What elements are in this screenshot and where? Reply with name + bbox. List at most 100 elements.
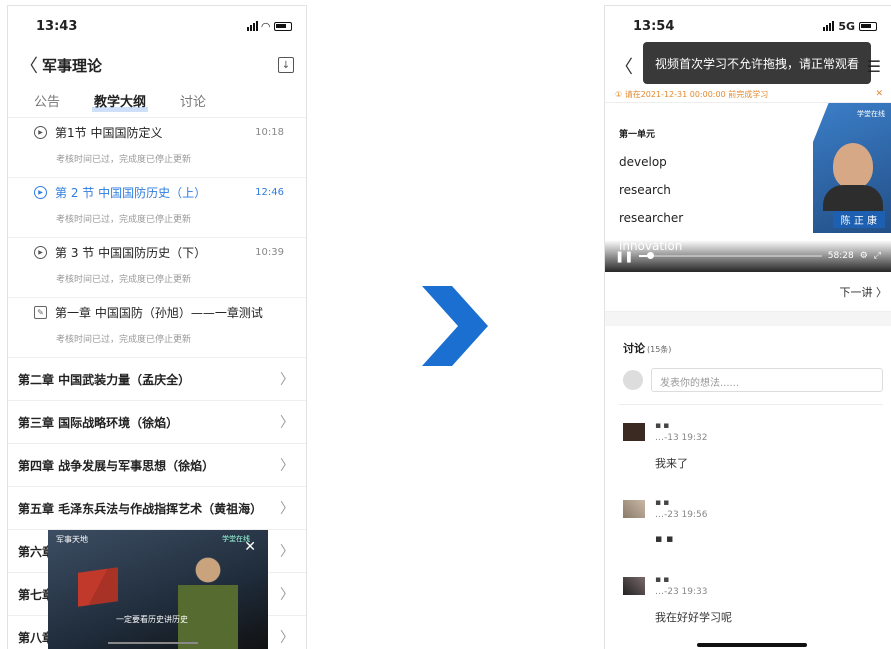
left-phone-screen: 13:43 ◠ 〈 军事理论 ↓ 公告 教学大纲 讨论 ▶ 第1节 中国国防定义 1… xyxy=(7,5,307,649)
chevron-right-icon: 〉 xyxy=(280,415,294,431)
floating-video-player[interactable]: 军事天地 学堂在线 ✕ 一定要看历史讲历史 xyxy=(48,530,268,649)
speaker-image xyxy=(178,550,238,649)
battery-icon xyxy=(274,21,292,31)
battery-icon xyxy=(859,21,877,31)
quiz-icon: ✎ xyxy=(34,306,47,319)
avatar xyxy=(623,370,643,390)
comment-input[interactable]: 发表你的想法...... xyxy=(651,368,883,392)
slide-word: research xyxy=(619,183,671,197)
chapter-row[interactable]: 第三章 国际战略环境（徐焰） 〉 xyxy=(8,401,306,444)
comment-item: ▪▪ …-23 19:33 我在好好学习呢 xyxy=(605,559,891,636)
progress-fill xyxy=(639,255,647,257)
chevron-right-icon: 〉 xyxy=(280,372,294,388)
comment-time: …-23 19:56 xyxy=(655,510,708,520)
lesson-item[interactable]: ▶ 第1节 中国国防定义 10:18 考核时间已过，完成度已停止更新 xyxy=(8,118,306,178)
tab-syllabus[interactable]: 教学大纲 xyxy=(92,91,149,112)
slide-unit-label: 第一单元 xyxy=(619,130,656,140)
comment-text: 我在好好学习呢 xyxy=(655,611,732,624)
lesson-title: 第 3 节 中国国防历史（下） xyxy=(55,246,207,260)
video-watermark: 学堂在线 xyxy=(857,110,885,118)
video-duration: 58:28 xyxy=(827,251,854,261)
next-lesson-button[interactable]: 下一讲 〉 xyxy=(605,272,891,312)
right-phone-screen: 13:54 5G 视频首次学习不允许拖拽，请正常观看 〈 ☰ ① 请在2021-… xyxy=(604,5,891,649)
play-circle-icon: ▶ xyxy=(34,246,47,259)
status-time: 13:43 xyxy=(36,18,78,34)
lesson-duration: 10:39 xyxy=(255,247,284,258)
lesson-duration: 10:18 xyxy=(255,127,284,138)
home-indicator xyxy=(697,643,807,647)
comment-user: ▪▪ xyxy=(655,575,672,585)
chapter-title: 第五章 毛泽东兵法与作战指挥艺术（黄祖海） xyxy=(18,501,263,516)
fullscreen-icon[interactable]: ⤢ xyxy=(874,251,881,261)
video-progress-bar[interactable] xyxy=(639,252,822,259)
status-bar: 13:54 5G xyxy=(605,6,891,46)
toast-message: 视频首次学习不允许拖拽，请正常观看 xyxy=(643,42,871,84)
comment-text: ▪ ▪ xyxy=(655,532,674,545)
lesson-status: 考核时间已过，完成度已停止更新 xyxy=(56,215,192,225)
tab-discussion[interactable]: 讨论 xyxy=(180,91,206,110)
settings-icon[interactable]: ⚙ xyxy=(860,251,868,261)
video-player[interactable]: 第一单元 develop research researcher innovat… xyxy=(605,102,891,272)
avatar xyxy=(623,577,645,595)
quiz-status: 考核时间已过，完成度已停止更新 xyxy=(56,335,192,345)
back-icon[interactable]: 〈 xyxy=(20,52,38,78)
progress-knob[interactable] xyxy=(646,252,654,259)
avatar xyxy=(623,500,645,518)
chevron-right-icon: 〉 xyxy=(280,544,294,560)
teacher-image-body xyxy=(823,185,883,211)
avatar xyxy=(623,423,645,441)
tab-bar: 公告 教学大纲 讨论 xyxy=(8,84,306,118)
lesson-status: 考核时间已过，完成度已停止更新 xyxy=(56,155,192,165)
chapter-title: 第四章 战争发展与军事思想（徐焰） xyxy=(18,458,215,473)
section-divider xyxy=(605,312,891,326)
chapter-row[interactable]: 第四章 战争发展与军事思想（徐焰） 〉 xyxy=(8,444,306,487)
status-bar: 13:43 ◠ xyxy=(8,6,306,46)
slide-word: researcher xyxy=(619,211,684,225)
deadline-notice: ① 请在2021-12-31 00:00:00 前完成学习 ✕ xyxy=(605,86,891,102)
tab-announcement[interactable]: 公告 xyxy=(34,91,60,110)
status-icons: 5G xyxy=(823,20,877,33)
signal-icon xyxy=(823,21,835,31)
chapter-row[interactable]: 第五章 毛泽东兵法与作战指挥艺术（黄祖海） 〉 xyxy=(8,487,306,530)
network-label: 5G xyxy=(838,19,855,33)
comment-user: ▪▪ xyxy=(655,498,672,508)
close-icon[interactable]: ✕ xyxy=(244,539,256,555)
teacher-image xyxy=(833,143,873,189)
comment-user: ▪▪ xyxy=(655,421,672,431)
play-circle-icon: ▶ xyxy=(34,186,47,199)
flags-image xyxy=(78,567,118,607)
slide-word: innovation xyxy=(619,239,683,253)
discussion-title: 讨论 xyxy=(623,342,645,355)
discussion-header: 讨论 (15条) xyxy=(605,326,891,356)
close-icon[interactable]: ✕ xyxy=(875,89,883,99)
teacher-name-label: 陈 正 康 xyxy=(832,211,885,228)
comment-time: …-13 19:32 xyxy=(655,433,708,443)
page-title: 军事理论 xyxy=(42,56,103,75)
lesson-item[interactable]: ▶ 第 3 节 中国国防历史（下） 10:39 考核时间已过，完成度已停止更新 xyxy=(8,238,306,298)
lesson-duration: 12:46 xyxy=(255,187,284,198)
chevron-right-icon: 〉 xyxy=(280,458,294,474)
comment-item: ▪▪ …-23 19:56 ▪ ▪ xyxy=(605,482,891,559)
video-subtitle: 一定要看历史讲历史 xyxy=(116,615,188,624)
status-icons: ◠ xyxy=(246,19,292,33)
transition-arrow-icon xyxy=(422,286,488,366)
quiz-title: 第一章 中国国防（孙旭）——一章测试 xyxy=(55,306,263,320)
back-icon[interactable]: 〈 xyxy=(615,53,633,79)
lesson-item-active[interactable]: ▶ 第 2 节 中国国防历史（上） 12:46 考核时间已过，完成度已停止更新 xyxy=(8,178,306,238)
download-icon[interactable]: ↓ xyxy=(278,57,294,73)
chevron-right-icon: 〉 xyxy=(280,587,294,603)
discussion-count: (15条) xyxy=(647,345,672,354)
slide-word: develop xyxy=(619,155,667,169)
wifi-icon: ◠ xyxy=(261,19,270,33)
comment-item: ▪▪ …-13 19:32 我来了 xyxy=(605,405,891,482)
notice-text: ① 请在2021-12-31 00:00:00 前完成学习 xyxy=(615,89,769,99)
video-logo: 军事天地 xyxy=(56,535,88,544)
lesson-title: 第 2 节 中国国防历史（上） xyxy=(55,186,207,200)
video-progress-bar[interactable] xyxy=(108,642,198,644)
quiz-item[interactable]: ✎ 第一章 中国国防（孙旭）——一章测试 考核时间已过，完成度已停止更新 xyxy=(8,298,306,358)
play-circle-icon: ▶ xyxy=(34,126,47,139)
chapter-row[interactable]: 第二章 中国武装力量（孟庆全） 〉 xyxy=(8,358,306,401)
signal-icon xyxy=(246,21,258,31)
chapter-title: 第二章 中国武装力量（孟庆全） xyxy=(18,372,191,387)
comment-text: 我来了 xyxy=(655,457,688,470)
